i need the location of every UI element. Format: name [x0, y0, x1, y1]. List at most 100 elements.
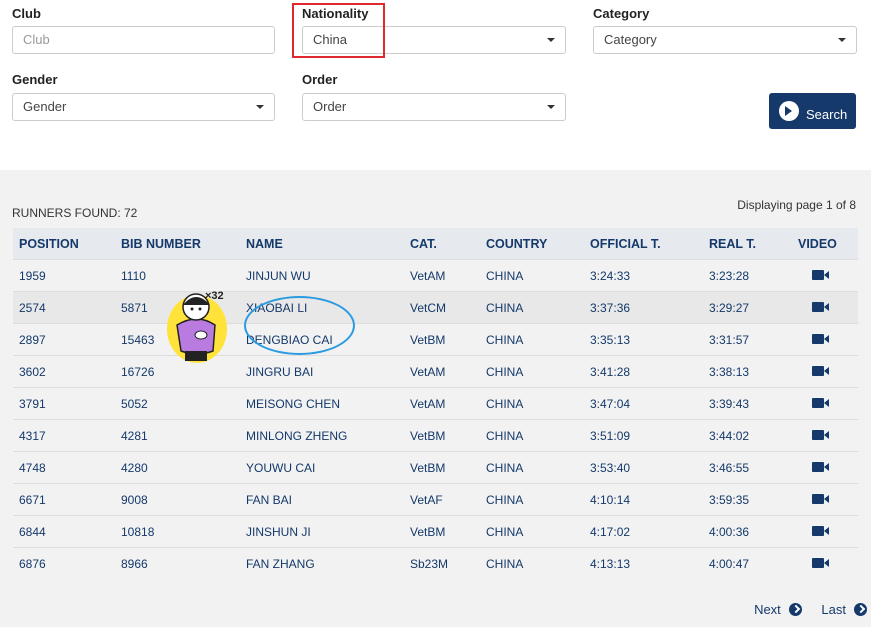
- cell-position: 6671: [13, 483, 115, 516]
- cell-video: [792, 387, 858, 420]
- caret-down-icon: [547, 105, 555, 109]
- search-button[interactable]: Search: [769, 93, 856, 129]
- column-header-video: VIDEO: [792, 228, 858, 260]
- cell-video: [792, 291, 858, 324]
- cell-official-time: 3:41:28: [584, 355, 703, 388]
- cell-official-time: 3:51:09: [584, 419, 703, 452]
- video-camera-icon[interactable]: [812, 557, 829, 568]
- video-camera-icon[interactable]: [812, 461, 829, 472]
- caret-down-icon: [838, 38, 846, 42]
- cell-name: YOUWU CAI: [240, 451, 404, 484]
- cell-official-time: 4:10:14: [584, 483, 703, 516]
- cell-name: FAN BAI: [240, 483, 404, 516]
- table-row: 6671 9008 FAN BAI VetAF CHINA 4:10:14 3:59:35: [13, 483, 858, 516]
- column-header-name: NAME: [240, 228, 404, 260]
- cell-real-time: 4:00:36: [703, 515, 792, 548]
- video-camera-icon[interactable]: [812, 493, 829, 504]
- sticker-text: ×32: [205, 290, 224, 302]
- cell-position: 1959: [13, 259, 115, 292]
- club-input[interactable]: Club: [12, 26, 275, 54]
- column-header-official-time: OFFICIAL T.: [584, 228, 703, 260]
- cell-name: FAN ZHANG: [240, 547, 404, 579]
- gender-select[interactable]: Gender: [12, 93, 275, 121]
- cell-position: 2897: [13, 323, 115, 356]
- video-camera-icon[interactable]: [812, 429, 829, 440]
- cell-name: JINJUN WU: [240, 259, 404, 292]
- cell-cat: VetAM: [404, 387, 480, 420]
- arrow-right-circle-icon: [788, 603, 802, 616]
- cell-bib-number: 9008: [115, 483, 240, 516]
- cell-bib-number: 8966: [115, 547, 240, 579]
- table-row: 6844 10818 JINSHUN JI VetBM CHINA 4:17:02 4:00…: [13, 515, 858, 548]
- cell-name: JINSHUN JI: [240, 515, 404, 548]
- filter-panel: Club Club Nationality China Category Cat…: [0, 0, 871, 170]
- cell-bib-number: 5052: [115, 387, 240, 420]
- video-camera-icon[interactable]: [812, 269, 829, 280]
- club-label: Club: [12, 6, 41, 21]
- cell-real-time: 3:29:27: [703, 291, 792, 324]
- runners-found: RUNNERS FOUND: 72: [12, 206, 138, 220]
- cell-position: 3791: [13, 387, 115, 420]
- cell-video: [792, 451, 858, 484]
- category-select[interactable]: Category: [593, 26, 857, 54]
- video-camera-icon[interactable]: [812, 301, 829, 312]
- order-label: Order: [302, 72, 338, 87]
- cell-video: [792, 355, 858, 388]
- order-value: Order: [313, 99, 347, 114]
- cell-real-time: 3:59:35: [703, 483, 792, 516]
- table-row: 2897 15463 DENGBIAO CAI VetBM CHINA 3:35:13 3:…: [13, 323, 858, 356]
- cell-bib-number: 4281: [115, 419, 240, 452]
- video-camera-icon[interactable]: [812, 397, 829, 408]
- cell-country: CHINA: [480, 387, 584, 420]
- cell-official-time: 4:13:13: [584, 547, 703, 579]
- order-select[interactable]: Order: [302, 93, 566, 121]
- results-panel: RUNNERS FOUND: 72 Displaying page 1 of 8…: [0, 170, 871, 627]
- cell-country: CHINA: [480, 419, 584, 452]
- table-row: 1959 1110 JINJUN WU VetAM CHINA 3:24:33 3:23:2…: [13, 259, 858, 292]
- cell-position: 6844: [13, 515, 115, 548]
- cell-country: CHINA: [480, 547, 584, 579]
- table-row: 4317 4281 MINLONG ZHENG VetBM CHINA 3:51:09 3:…: [13, 419, 858, 452]
- cell-country: CHINA: [480, 515, 584, 548]
- cell-name: JINGRU BAI: [240, 355, 404, 388]
- cell-cat: Sb23M: [404, 547, 480, 579]
- next-link[interactable]: Next: [746, 602, 802, 617]
- last-link[interactable]: Last: [813, 602, 867, 617]
- next-label: Next: [754, 602, 781, 617]
- cell-official-time: 3:24:33: [584, 259, 703, 292]
- video-camera-icon[interactable]: [812, 365, 829, 376]
- cell-cat: VetAM: [404, 259, 480, 292]
- cell-official-time: 3:37:36: [584, 291, 703, 324]
- caret-down-icon: [547, 38, 555, 42]
- cell-video: [792, 515, 858, 548]
- highlight-box: [292, 3, 385, 58]
- cell-cat: VetBM: [404, 515, 480, 548]
- cell-cat: VetBM: [404, 323, 480, 356]
- video-camera-icon[interactable]: [812, 333, 829, 344]
- gender-value: Gender: [23, 99, 67, 114]
- cell-country: CHINA: [480, 355, 584, 388]
- cell-cat: VetAF: [404, 483, 480, 516]
- last-label: Last: [821, 602, 846, 617]
- video-camera-icon[interactable]: [812, 525, 829, 536]
- cell-official-time: 3:35:13: [584, 323, 703, 356]
- table-header: POSITION BIB NUMBER NAME CAT. COUNTRY OFFICIA…: [13, 228, 858, 260]
- cell-video: [792, 483, 858, 516]
- results-table: POSITION BIB NUMBER NAME CAT. COUNTRY OFFICIA…: [13, 228, 858, 579]
- cell-video: [792, 259, 858, 292]
- cell-real-time: 3:44:02: [703, 419, 792, 452]
- column-header-real-time: REAL T.: [703, 228, 792, 260]
- cell-real-time: 3:46:55: [703, 451, 792, 484]
- cell-position: 4317: [13, 419, 115, 452]
- cell-country: CHINA: [480, 291, 584, 324]
- arrow-right-circle-icon: [854, 603, 867, 616]
- cell-country: CHINA: [480, 483, 584, 516]
- cell-bib-number: 10818: [115, 515, 240, 548]
- table-row: 2574 5871 XIAOBAI LI VetCM CHINA 3:37:36 3:29:…: [13, 291, 858, 324]
- cell-position: 3602: [13, 355, 115, 388]
- cell-real-time: 4:00:47: [703, 547, 792, 579]
- caret-down-icon: [256, 105, 264, 109]
- cell-name: MEISONG CHEN: [240, 387, 404, 420]
- cell-video: [792, 323, 858, 356]
- arrow-right-circle-icon: [779, 101, 799, 121]
